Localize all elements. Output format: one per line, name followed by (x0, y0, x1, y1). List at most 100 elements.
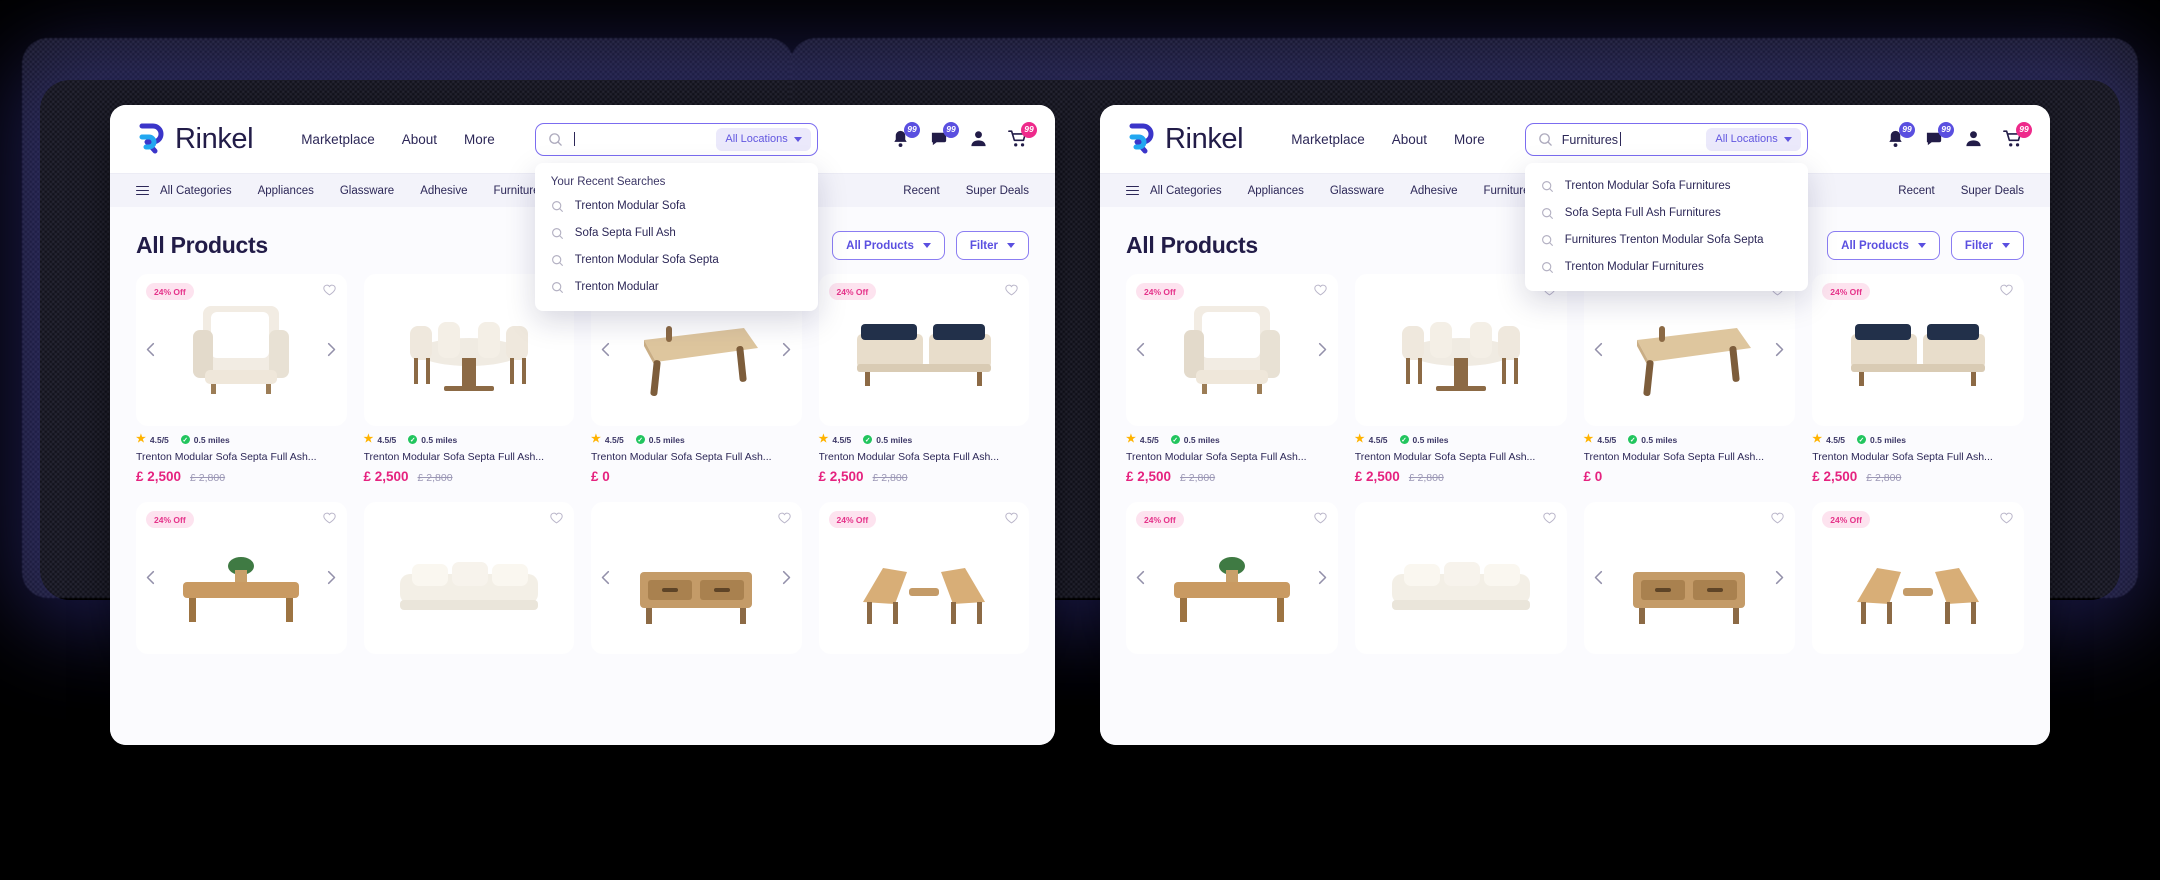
all-categories-button[interactable]: All Categories (1126, 185, 1222, 197)
carousel-next-arrow[interactable] (1315, 342, 1330, 358)
category-recent[interactable]: Recent (1898, 185, 1934, 197)
favorite-heart-icon[interactable] (1005, 283, 1018, 296)
carousel-next-arrow[interactable] (1772, 570, 1787, 586)
suggestion-item[interactable]: Trenton Modular Furnitures (1525, 254, 1808, 281)
carousel-prev-arrow[interactable] (1592, 342, 1607, 358)
category-furniture[interactable]: Furniture (494, 185, 540, 197)
product-card[interactable] (363, 502, 574, 654)
favorite-heart-icon[interactable] (322, 283, 336, 296)
shopping-cart-icon[interactable]: 99 (1008, 121, 1037, 150)
nav-item-about[interactable]: About (402, 132, 437, 147)
carousel-prev-arrow[interactable] (1592, 570, 1607, 586)
category-super-deals[interactable]: Super Deals (1961, 185, 2024, 197)
search-bar-left[interactable]: All Locations (534, 122, 818, 156)
category-adhesive[interactable]: Adhesive (1410, 185, 1457, 197)
carousel-next-arrow[interactable] (324, 342, 339, 358)
favorite-heart-icon[interactable] (777, 511, 791, 524)
favorite-heart-icon[interactable] (1771, 511, 1784, 524)
category-appliances[interactable]: Appliances (1248, 185, 1304, 197)
category-super-deals[interactable]: Super Deals (966, 185, 1029, 197)
category-appliances[interactable]: Appliances (258, 185, 314, 197)
carousel-prev-arrow[interactable] (1134, 342, 1149, 358)
product-card[interactable] (591, 502, 802, 654)
product-card[interactable]: 24% Off (818, 274, 1029, 484)
carousel-prev-arrow[interactable] (599, 570, 614, 586)
user-account-icon[interactable] (969, 129, 990, 150)
nav-item-marketplace[interactable]: Marketplace (1291, 132, 1365, 147)
distance-value: 0.5 miles (193, 434, 230, 445)
search-input-left[interactable] (563, 131, 717, 147)
rating-chip: ★ 4.5/5 (1126, 434, 1159, 445)
product-meta: ★ 4.5/5 ✓ 0.5 miles Trenton Modular Sofa S… (136, 426, 347, 485)
category-furniture[interactable]: Furniture (1484, 185, 1530, 197)
suggestion-label: Trenton Modular Furnitures (1564, 261, 1704, 273)
hamburger-menu-icon (1126, 185, 1139, 196)
favorite-heart-icon[interactable] (1542, 511, 1556, 524)
suggestion-item[interactable]: Furnitures Trenton Modular Sofa Septa (1525, 227, 1808, 254)
distance-value: 0.5 miles (1412, 434, 1449, 445)
suggestion-item[interactable]: Trenton Modular Sofa (535, 193, 818, 220)
carousel-next-arrow[interactable] (324, 570, 339, 586)
suggestion-item[interactable]: Trenton Modular Sofa Furnitures (1525, 173, 1808, 200)
nav-item-marketplace[interactable]: Marketplace (301, 132, 375, 147)
carousel-next-arrow[interactable] (779, 342, 794, 358)
favorite-heart-icon[interactable] (1005, 511, 1018, 524)
messages-chat-icon[interactable]: 99 (1925, 121, 1954, 150)
product-image (1354, 502, 1567, 654)
chevron-down-icon (1783, 136, 1792, 142)
all-categories-button[interactable]: All Categories (136, 185, 232, 197)
carousel-next-arrow[interactable] (1772, 342, 1787, 358)
carousel-prev-arrow[interactable] (599, 342, 614, 358)
product-card[interactable]: 24% Off (1812, 274, 2024, 484)
notifications-bell-icon[interactable]: 99 (891, 121, 920, 150)
search-input-right[interactable]: Furnitures (1553, 131, 1707, 147)
filter-button[interactable]: Filter (1950, 231, 2024, 260)
user-account-icon[interactable] (1964, 129, 1985, 150)
product-card[interactable]: ★ 4.5/5 ✓ 0.5 miles Trenton Modular Sofa S… (1583, 274, 1796, 484)
nav-item-more[interactable]: More (464, 132, 495, 147)
location-selector-right[interactable]: All Locations (1706, 127, 1801, 151)
suggestion-item[interactable]: Trenton Modular (535, 274, 818, 301)
product-card[interactable]: ★ 4.5/5 ✓ 0.5 miles Trenton Modular Sofa S… (1354, 274, 1567, 484)
carousel-prev-arrow[interactable] (1134, 570, 1149, 586)
product-card[interactable]: 24% Off (1126, 502, 1338, 654)
notifications-bell-icon[interactable]: 99 (1886, 121, 1915, 150)
favorite-heart-icon[interactable] (1314, 511, 1327, 524)
carousel-prev-arrow[interactable] (144, 342, 159, 358)
category-adhesive[interactable]: Adhesive (420, 185, 467, 197)
suggestion-item[interactable]: Trenton Modular Sofa Septa (535, 247, 818, 274)
product-card[interactable]: 24% Off (818, 502, 1029, 654)
category-recent[interactable]: Recent (903, 185, 939, 197)
products-dropdown[interactable]: All Products (832, 231, 945, 260)
products-dropdown[interactable]: All Products (1827, 231, 1940, 260)
nav-item-about[interactable]: About (1392, 132, 1427, 147)
filter-button[interactable]: Filter (955, 231, 1029, 260)
product-card[interactable]: 24% Off (1812, 502, 2024, 654)
product-card[interactable]: 24% Off (1126, 274, 1338, 484)
search-bar-right[interactable]: Furnitures All Locations (1524, 122, 1808, 156)
favorite-heart-icon[interactable] (1314, 283, 1327, 296)
favorite-heart-icon[interactable] (2000, 511, 2013, 524)
carousel-next-arrow[interactable] (779, 570, 794, 586)
product-card[interactable]: 24% Off (136, 502, 347, 654)
brand-logo[interactable]: Rinkel (136, 123, 254, 156)
distance-chip: ✓ 0.5 miles (1857, 435, 1906, 445)
brand-logo[interactable]: Rinkel (1126, 123, 1244, 156)
category-glassware[interactable]: Glassware (340, 185, 394, 197)
nav-item-more[interactable]: More (1454, 132, 1485, 147)
product-card[interactable] (1354, 502, 1567, 654)
favorite-heart-icon[interactable] (322, 511, 336, 524)
location-selector-left[interactable]: All Locations (716, 127, 811, 151)
suggestion-item[interactable]: Sofa Septa Full Ash Furnitures (1525, 200, 1808, 227)
favorite-heart-icon[interactable] (2000, 283, 2013, 296)
product-card[interactable] (1583, 502, 1796, 654)
product-card[interactable]: 24% Off (136, 274, 347, 484)
carousel-next-arrow[interactable] (1315, 570, 1330, 586)
carousel-prev-arrow[interactable] (144, 570, 159, 586)
category-glassware[interactable]: Glassware (1330, 185, 1384, 197)
favorite-heart-icon[interactable] (550, 511, 563, 524)
suggestion-item[interactable]: Sofa Septa Full Ash (535, 220, 818, 247)
messages-chat-icon[interactable]: 99 (930, 121, 959, 150)
shopping-cart-icon[interactable]: 99 (2003, 121, 2032, 150)
price-original: £ 2,800 (1866, 472, 1902, 484)
